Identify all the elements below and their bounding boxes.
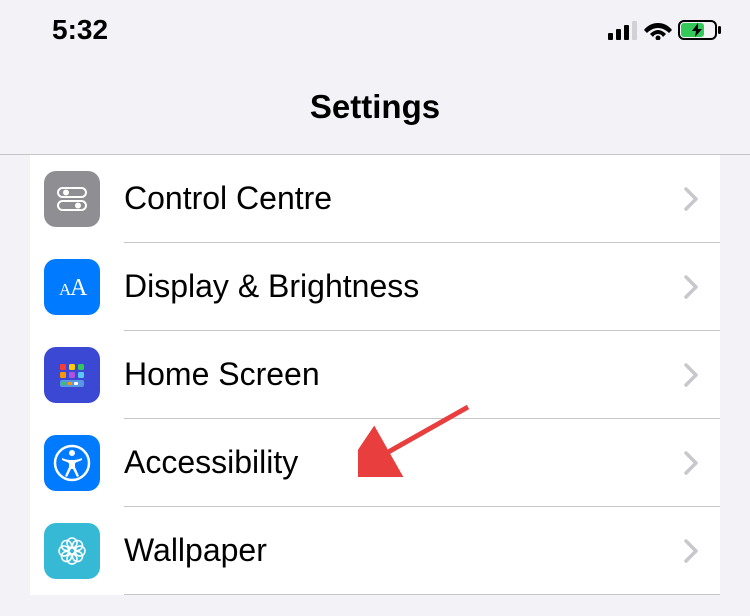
- status-icons: [608, 19, 722, 41]
- chevron-right-icon: [684, 275, 698, 299]
- accessibility-icon: [44, 435, 100, 491]
- page-title: Settings: [0, 88, 750, 126]
- status-bar: 5:32: [0, 0, 750, 52]
- settings-row-label: Accessibility: [124, 444, 684, 481]
- settings-row-label: Wallpaper: [124, 532, 684, 569]
- svg-text:A: A: [70, 275, 88, 301]
- settings-row-label: Control Centre: [124, 180, 684, 217]
- chevron-right-icon: [684, 539, 698, 563]
- settings-list: Control Centre A A Display & Brightness: [30, 155, 720, 595]
- chevron-right-icon: [684, 451, 698, 475]
- battery-charging-icon: [678, 19, 722, 41]
- settings-row-home-screen[interactable]: Home Screen: [30, 331, 720, 419]
- home-screen-icon: [44, 347, 100, 403]
- chevron-right-icon: [684, 187, 698, 211]
- settings-row-label: Home Screen: [124, 356, 684, 393]
- wifi-icon: [644, 20, 672, 40]
- chevron-right-icon: [684, 363, 698, 387]
- settings-row-wallpaper[interactable]: Wallpaper: [30, 507, 720, 595]
- page-header: Settings: [0, 52, 750, 155]
- cellular-signal-icon: [608, 20, 638, 40]
- settings-row-label: Display & Brightness: [124, 268, 684, 305]
- status-time: 5:32: [52, 14, 108, 46]
- settings-row-control-centre[interactable]: Control Centre: [30, 155, 720, 243]
- settings-row-accessibility[interactable]: Accessibility: [30, 419, 720, 507]
- settings-row-display-brightness[interactable]: A A Display & Brightness: [30, 243, 720, 331]
- wallpaper-icon: [44, 523, 100, 579]
- text-size-icon: A A: [44, 259, 100, 315]
- control-centre-icon: [44, 171, 100, 227]
